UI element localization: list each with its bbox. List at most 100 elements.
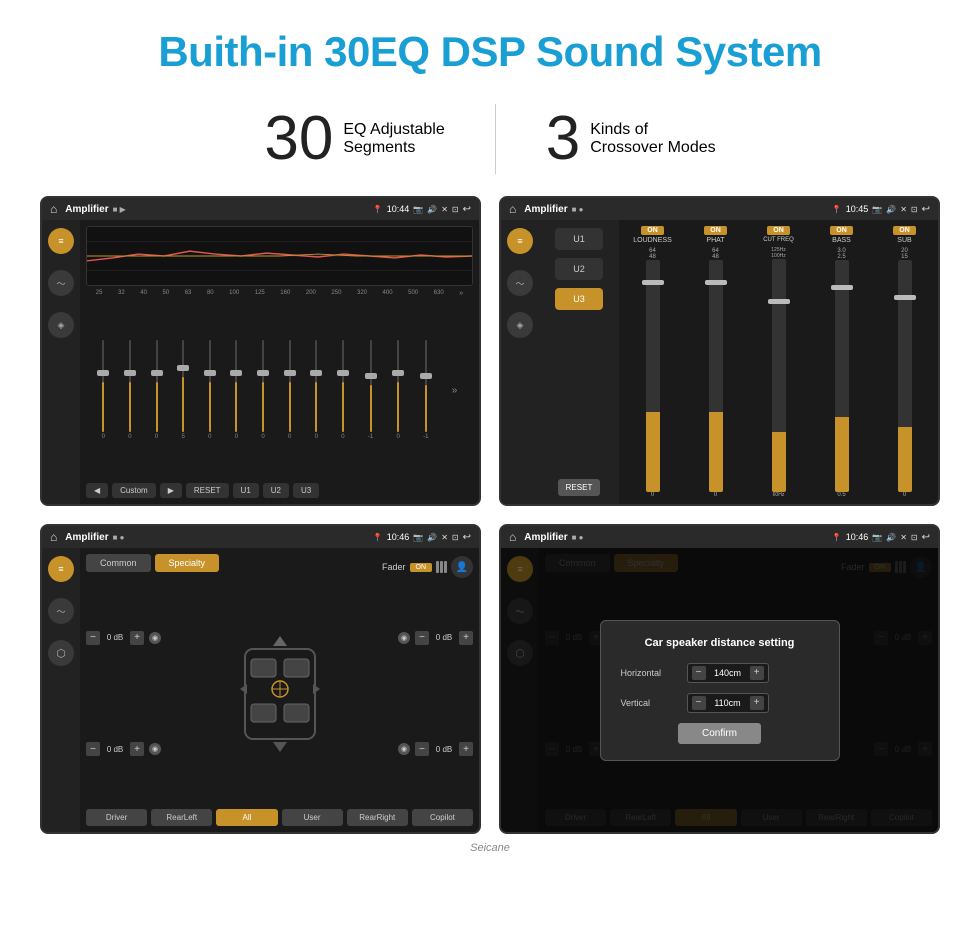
close-icon[interactable]: ✕ (441, 205, 448, 214)
confirm-button[interactable]: Confirm (678, 723, 761, 744)
screen2-crossover: ⌂ Amplifier ■ ● 📍 10:45 📷 🔊 ✕ ⊡ ↩ ≡ 〜 ◈ … (499, 196, 940, 506)
slider-1[interactable]: 0 (102, 340, 105, 440)
rl-speaker-icon: ◉ (149, 743, 161, 755)
slider-6[interactable]: 0 (235, 340, 238, 440)
close-icon4[interactable]: ✕ (900, 533, 907, 542)
u3-button[interactable]: U3 (293, 483, 319, 498)
fullscreen-icon2[interactable]: ⊡ (911, 205, 918, 214)
horizontal-stepper: − 140cm + (687, 663, 769, 683)
slider-7[interactable]: 0 (261, 340, 264, 440)
all-btn[interactable]: All (216, 809, 277, 826)
slider-8[interactable]: 0 (288, 340, 291, 440)
back-icon3[interactable]: ↩ (463, 532, 471, 543)
back-icon[interactable]: ↩ (463, 204, 471, 215)
fullscreen-icon4[interactable]: ⊡ (911, 533, 918, 542)
phat-on[interactable]: ON (704, 226, 727, 235)
home-icon3[interactable]: ⌂ (50, 530, 57, 544)
rearright-btn[interactable]: RearRight (347, 809, 408, 826)
speaker-icon2[interactable]: ◈ (507, 312, 533, 338)
home-icon2[interactable]: ⌂ (509, 202, 516, 216)
speaker-icon[interactable]: ◈ (48, 312, 74, 338)
play-button[interactable]: ▶ (160, 483, 182, 498)
slider-5[interactable]: 0 (208, 340, 211, 440)
fr-plus[interactable]: + (459, 631, 473, 645)
cutfreq-on[interactable]: ON (767, 226, 790, 235)
rl-plus[interactable]: + (130, 742, 144, 756)
slider-2[interactable]: 0 (128, 340, 131, 440)
bluetooth-icon[interactable]: ⬡ (48, 640, 74, 666)
preset-u1[interactable]: U1 (555, 228, 603, 250)
home-icon[interactable]: ⌂ (50, 202, 57, 216)
horizontal-plus[interactable]: + (750, 666, 764, 680)
tab-specialty[interactable]: Specialty (155, 554, 220, 572)
slider-4[interactable]: 5 (182, 340, 185, 440)
wave-icon2[interactable]: 〜 (507, 270, 533, 296)
screen3-statusbar: ⌂ Amplifier ■ ● 📍 10:46 📷 🔊 ✕ ⊡ ↩ (42, 526, 479, 548)
back-icon4[interactable]: ↩ (922, 532, 930, 543)
slider-11[interactable]: -1 (368, 340, 373, 440)
rr-minus[interactable]: − (415, 742, 429, 756)
eq-icon[interactable]: ≡ (48, 228, 74, 254)
phat-slider[interactable]: 64 48 0 (686, 248, 745, 498)
bass-slider[interactable]: 3.0 2.5 0.5 (812, 248, 871, 498)
preset-u2[interactable]: U2 (555, 258, 603, 280)
fl-minus[interactable]: − (86, 631, 100, 645)
wave-icon3[interactable]: 〜 (48, 598, 74, 624)
sub-slider[interactable]: 20 15 0 (875, 248, 934, 498)
close-icon2[interactable]: ✕ (900, 205, 907, 214)
eq-icon2[interactable]: ≡ (507, 228, 533, 254)
watermark: Seicane (0, 834, 980, 862)
preset-u3[interactable]: U3 (555, 288, 603, 310)
cross-reset-btn[interactable]: RESET (558, 479, 601, 496)
home-icon4[interactable]: ⌂ (509, 530, 516, 544)
slider-3[interactable]: 0 (155, 340, 158, 440)
reset-button[interactable]: RESET (186, 483, 229, 498)
copilot-btn[interactable]: Copilot (412, 809, 473, 826)
screen1-eq: ⌂ Amplifier ■ ▶ 📍 10:44 📷 🔊 ✕ ⊡ ↩ ≡ 〜 ◈ (40, 196, 481, 506)
custom-button[interactable]: Custom (112, 483, 156, 498)
rr-vol: ◉ − 0 dB + (398, 742, 473, 756)
sub-label: SUB (897, 237, 911, 244)
u1-button[interactable]: U1 (233, 483, 259, 498)
user-btn[interactable]: User (282, 809, 343, 826)
fr-minus[interactable]: − (415, 631, 429, 645)
rearleft-btn[interactable]: RearLeft (151, 809, 212, 826)
fullscreen-icon[interactable]: ⊡ (452, 205, 459, 214)
wave-icon[interactable]: 〜 (48, 270, 74, 296)
dialog-overlay: Car speaker distance setting Horizontal … (501, 548, 938, 832)
loudness-on[interactable]: ON (641, 226, 664, 235)
prev-button[interactable]: ◀ (86, 483, 108, 498)
tab-common[interactable]: Common (86, 554, 151, 572)
vertical-plus[interactable]: + (750, 696, 764, 710)
side-panel2: ≡ 〜 ◈ (501, 220, 539, 504)
fullscreen-icon3[interactable]: ⊡ (452, 533, 459, 542)
vertical-row: Vertical − 110cm + (621, 693, 819, 713)
fl-plus[interactable]: + (130, 631, 144, 645)
horizontal-minus[interactable]: − (692, 666, 706, 680)
back-icon2[interactable]: ↩ (922, 204, 930, 215)
screen4-distance: ⌂ Amplifier ■ ● 📍 10:46 📷 🔊 ✕ ⊡ ↩ ≡ 〜 ⬡ (499, 524, 940, 834)
user-icon[interactable]: 👤 (451, 556, 473, 578)
slider-13[interactable]: -1 (423, 340, 428, 440)
rl-vol: − 0 dB + ◉ (86, 742, 161, 756)
slider-9[interactable]: 0 (315, 340, 318, 440)
cutfreq-slider[interactable]: 125Hz 100Hz 60Hz (749, 247, 808, 498)
sub-on[interactable]: ON (893, 226, 916, 235)
rl-minus[interactable]: − (86, 742, 100, 756)
loudness-slider[interactable]: 64 48 0 (623, 248, 682, 498)
close-icon3[interactable]: ✕ (441, 533, 448, 542)
rr-plus[interactable]: + (459, 742, 473, 756)
slider-10[interactable]: 0 (341, 340, 344, 440)
channel-bass: ON BASS 3.0 2.5 0.5 (812, 226, 871, 498)
horizontal-value: 140cm (710, 668, 746, 678)
fader-on-badge[interactable]: ON (410, 563, 433, 572)
more-icon[interactable]: » (452, 385, 458, 396)
eq-stat: 30 EQ Adjustable Segments (214, 108, 494, 170)
vertical-minus[interactable]: − (692, 696, 706, 710)
driver-btn[interactable]: Driver (86, 809, 147, 826)
slider-12[interactable]: 0 (397, 340, 400, 440)
bass-on[interactable]: ON (830, 226, 853, 235)
fr-value: 0 dB (432, 633, 456, 642)
eq-icon3[interactable]: ≡ (48, 556, 74, 582)
u2-button[interactable]: U2 (263, 483, 289, 498)
